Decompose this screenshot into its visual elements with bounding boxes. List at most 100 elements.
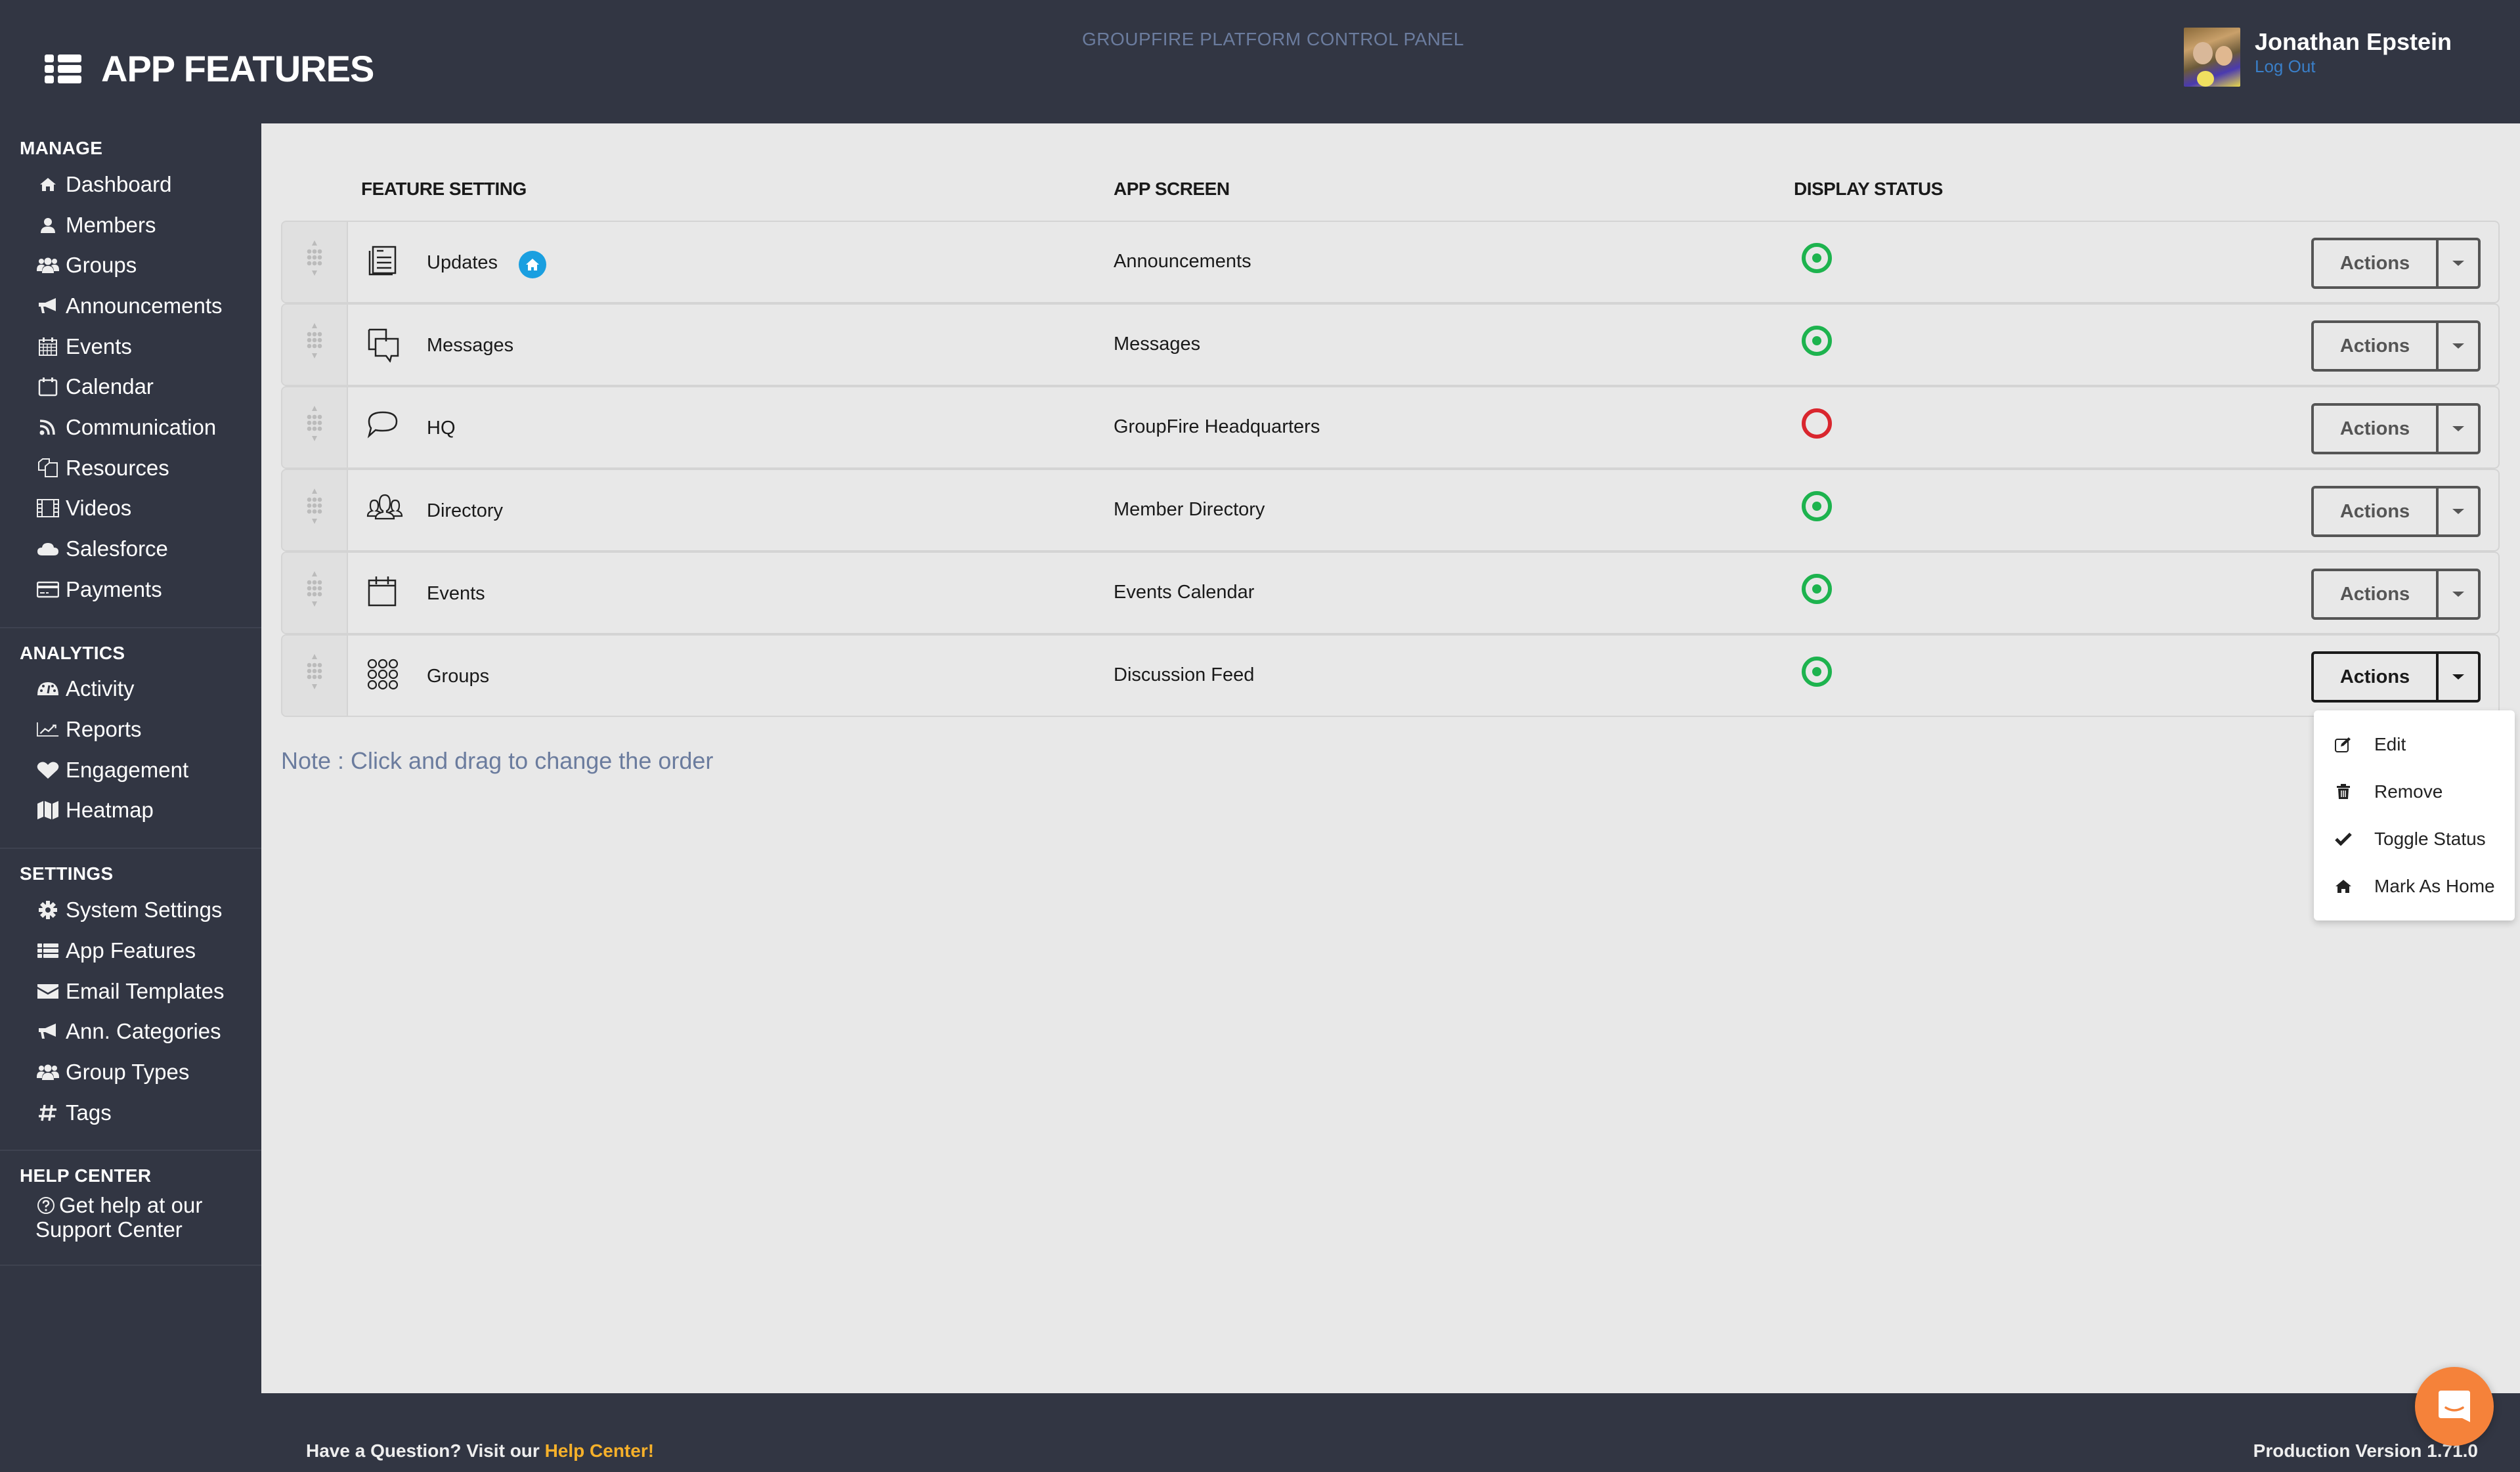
actions-dropdown-toggle[interactable]: [2439, 654, 2478, 700]
nav-section-settings: SETTINGS System Settings App Features Em…: [0, 849, 261, 1152]
sidebar-item-calendar[interactable]: Calendar: [0, 366, 261, 407]
sidebar-item-communication[interactable]: Communication: [0, 407, 261, 448]
feature-row[interactable]: Events Events Calendar Actions: [281, 552, 2500, 634]
sidebar-item-videos[interactable]: Videos: [0, 488, 261, 529]
trash-icon: [2334, 782, 2353, 802]
actions-dropdown-toggle[interactable]: [2439, 240, 2478, 286]
feature-name: Updates: [427, 252, 498, 273]
sidebar-item-groups[interactable]: Groups: [0, 245, 261, 286]
actions-button[interactable]: Actions: [2314, 406, 2439, 452]
status-active-icon: [1800, 490, 1833, 523]
credit-card-icon: [37, 578, 59, 601]
main-content: FEATURE SETTING APP SCREEN DISPLAY STATU…: [261, 123, 2520, 1393]
logout-link[interactable]: Log Out: [2255, 56, 2452, 76]
heart-icon: [37, 759, 59, 781]
top-header: APP FEATURES GROUPFIRE PLATFORM CONTROL …: [0, 0, 2520, 123]
actions-dropdown-toggle[interactable]: [2439, 488, 2478, 534]
bullhorn-icon: [37, 295, 59, 317]
feature-name: Events: [427, 583, 485, 604]
drag-handle-icon[interactable]: [282, 387, 348, 467]
actions-button[interactable]: Actions: [2314, 654, 2439, 700]
actions-split-button-groups[interactable]: Actions: [2311, 651, 2481, 703]
avatar[interactable]: [2184, 28, 2240, 87]
actions-split-button-events[interactable]: Actions: [2311, 569, 2481, 620]
feature-name: Directory: [427, 500, 504, 521]
nav-section-analytics: ANALYTICS Activity Reports Engagement He…: [0, 628, 261, 850]
actions-button[interactable]: Actions: [2314, 323, 2439, 369]
sidebar-item-tags[interactable]: Tags: [0, 1093, 261, 1133]
nav-section-title: ANALYTICS: [20, 642, 125, 663]
chat-icon: [2439, 1391, 2470, 1422]
question-circle-icon: [37, 1196, 55, 1219]
footer-help-text: Have a Question? Visit our Help Center!: [306, 1440, 655, 1461]
sidebar-item-reports[interactable]: Reports: [0, 709, 261, 750]
user-name: Jonathan Epstein: [2255, 28, 2452, 55]
menu-item-mark-as-home[interactable]: Mark As Home: [2314, 863, 2515, 910]
sidebar-item-email-templates[interactable]: Email Templates: [0, 971, 261, 1012]
sidebar-item-app-features[interactable]: App Features: [0, 930, 261, 971]
actions-button[interactable]: Actions: [2314, 488, 2439, 534]
actions-dropdown-menu: Edit Remove Toggle Status Mark As Home: [2314, 710, 2515, 920]
film-icon: [37, 497, 59, 519]
chat-launcher-button[interactable]: [2415, 1367, 2494, 1446]
page-title-group: APP FEATURES: [45, 47, 374, 90]
people-icon: [366, 492, 403, 525]
feature-row[interactable]: Messages Messages Actions: [281, 303, 2500, 386]
actions-button[interactable]: Actions: [2314, 240, 2439, 286]
cloud-icon: [37, 538, 59, 560]
help-center-link[interactable]: Help Center!: [545, 1440, 654, 1461]
feature-row[interactable]: Groups Discussion Feed Actions: [281, 634, 2500, 717]
line-chart-icon: [37, 718, 59, 741]
menu-item-remove[interactable]: Remove: [2314, 768, 2515, 815]
nav-section-title: HELP CENTER: [20, 1165, 152, 1186]
support-center-link[interactable]: Get help at our Support Center: [0, 1194, 261, 1240]
feature-row[interactable]: Updates Announcements Actions: [281, 221, 2500, 303]
users-icon: [37, 254, 59, 276]
user-icon: [37, 214, 59, 236]
sidebar-item-announcements[interactable]: Announcements: [0, 286, 261, 326]
actions-dropdown-toggle[interactable]: [2439, 323, 2478, 369]
feature-name: Groups: [427, 666, 490, 687]
menu-item-toggle-status[interactable]: Toggle Status: [2314, 815, 2515, 863]
actions-button[interactable]: Actions: [2314, 571, 2439, 617]
drag-handle-icon[interactable]: [282, 470, 348, 550]
feature-row[interactable]: HQ GroupFire Headquarters Actions: [281, 386, 2500, 469]
newspaper-icon: [366, 244, 399, 277]
actions-split-button-hq[interactable]: Actions: [2311, 403, 2481, 454]
sidebar-item-heatmap[interactable]: Heatmap: [0, 790, 261, 831]
drag-handle-icon[interactable]: [282, 305, 348, 385]
app-screen-name: Events Calendar: [1114, 582, 1255, 603]
sidebar-item-events[interactable]: Events: [0, 326, 261, 367]
sidebar-item-dashboard[interactable]: Dashboard: [0, 164, 261, 205]
drag-handle-icon[interactable]: [282, 222, 348, 302]
sidebar-item-salesforce[interactable]: Salesforce: [0, 529, 261, 569]
sidebar-item-ann-categories[interactable]: Ann. Categories: [0, 1011, 261, 1052]
menu-item-edit[interactable]: Edit: [2314, 721, 2515, 768]
sidebar-item-members[interactable]: Members: [0, 205, 261, 246]
sidebar-item-engagement[interactable]: Engagement: [0, 750, 261, 790]
sidebar-item-system-settings[interactable]: System Settings: [0, 890, 261, 930]
sidebar-item-resources[interactable]: Resources: [0, 448, 261, 488]
home-badge-icon: [519, 251, 546, 278]
sidebar-item-payments[interactable]: Payments: [0, 569, 261, 610]
actions-dropdown-toggle[interactable]: [2439, 406, 2478, 452]
sidebar-item-activity[interactable]: Activity: [0, 669, 261, 710]
drag-handle-icon[interactable]: [282, 636, 348, 716]
actions-split-button-directory[interactable]: Actions: [2311, 486, 2481, 537]
feature-list: Updates Announcements Actions Messages Messa…: [281, 221, 2500, 717]
sidebar: MANAGE Dashboard Members Groups Announce…: [0, 123, 261, 1393]
sidebar-item-group-types[interactable]: Group Types: [0, 1052, 261, 1093]
calendar-icon: [37, 376, 59, 398]
actions-dropdown-toggle[interactable]: [2439, 571, 2478, 617]
app-screen-name: Messages: [1114, 334, 1201, 355]
circles-grid-icon: [366, 658, 399, 691]
app-screen-name: Discussion Feed: [1114, 664, 1255, 685]
feature-row[interactable]: Directory Member Directory Actions: [281, 469, 2500, 552]
calendar-icon: [366, 575, 399, 608]
actions-split-button-messages[interactable]: Actions: [2311, 320, 2481, 372]
actions-split-button-updates[interactable]: Actions: [2311, 238, 2481, 289]
drag-handle-icon[interactable]: [282, 553, 348, 633]
nav-section-title: MANAGE: [20, 138, 103, 158]
dashboard-gauge-icon: [37, 678, 59, 700]
envelope-icon: [37, 980, 59, 1003]
